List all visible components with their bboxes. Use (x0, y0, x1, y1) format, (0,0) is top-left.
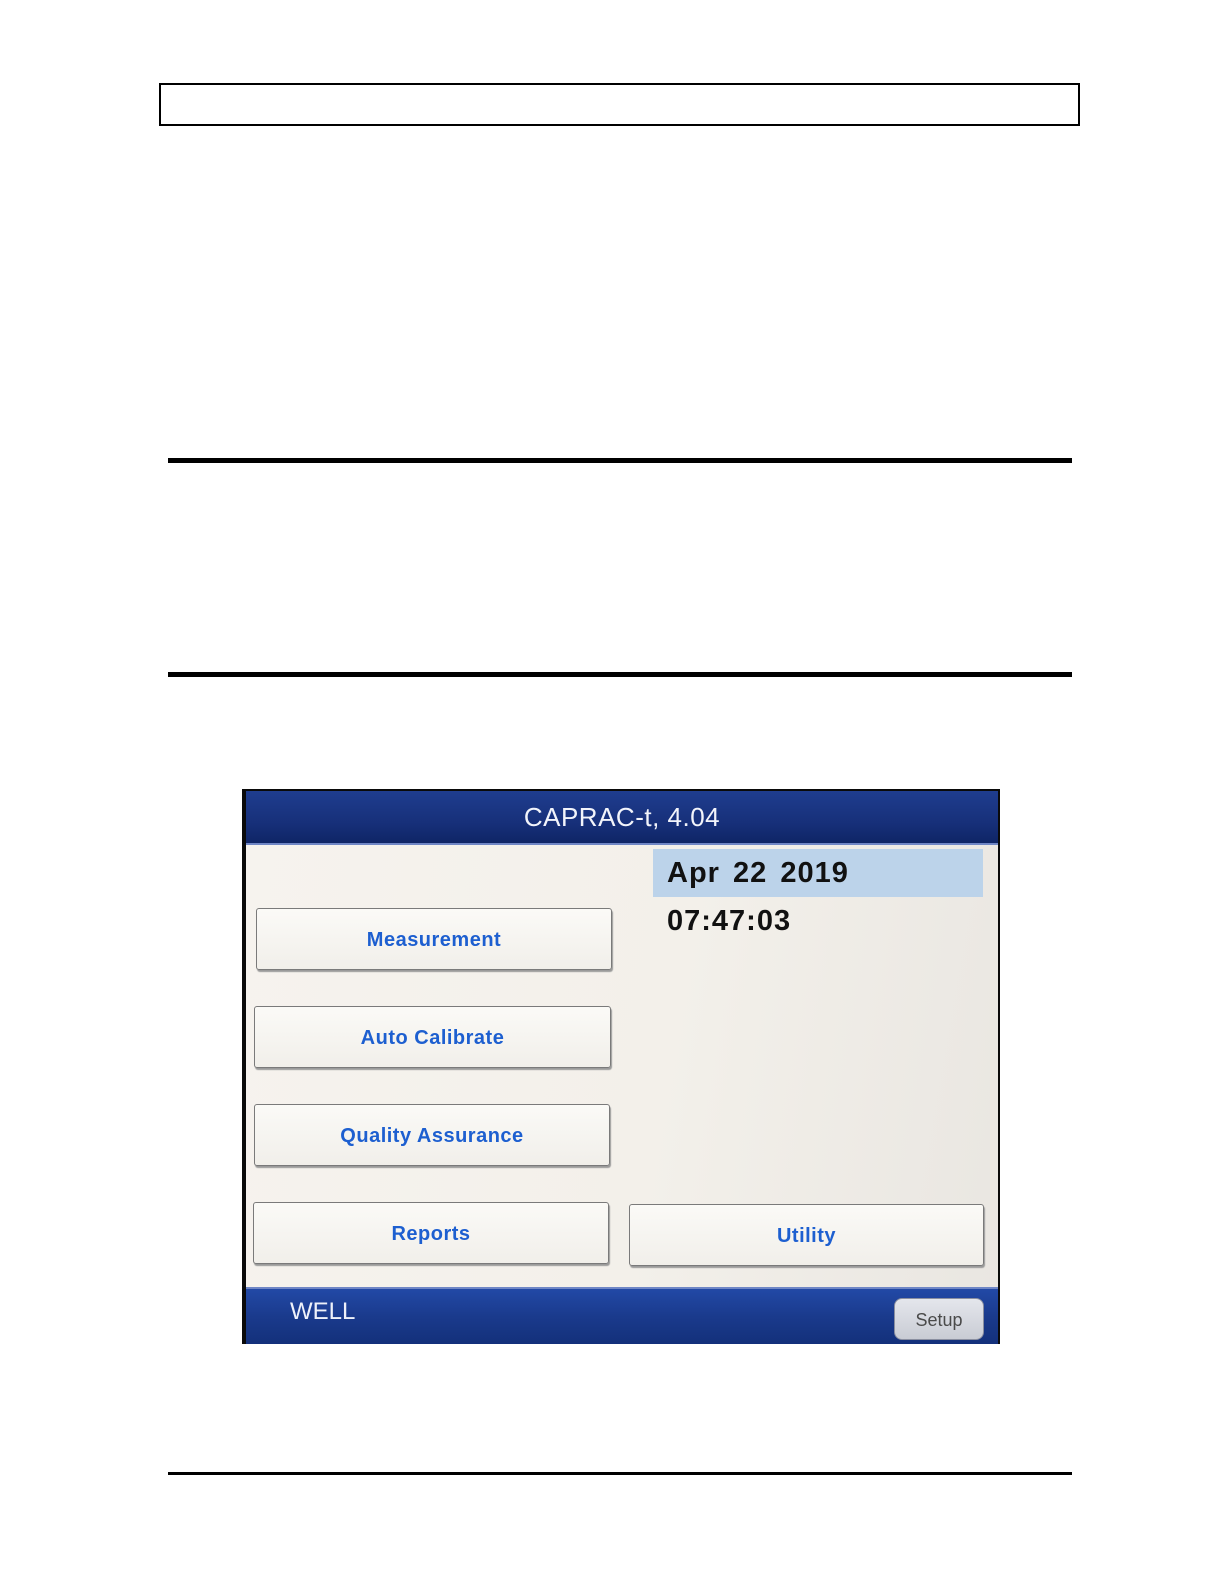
reports-button[interactable]: Reports (253, 1202, 609, 1264)
auto-calibrate-button[interactable]: Auto Calibrate (254, 1006, 611, 1068)
footer-rule (168, 1472, 1072, 1475)
title-bar: CAPRAC-t, 4.04 (246, 791, 998, 845)
status-bar: WELL Setup (246, 1287, 998, 1344)
setup-button[interactable]: Setup (894, 1298, 984, 1340)
screen-display: CAPRAC-t, 4.04 Apr 22 2019 07:47:03 Meas… (246, 791, 998, 1344)
mode-label: WELL (290, 1298, 356, 1325)
section-rule-top (168, 458, 1072, 463)
header-box (159, 83, 1080, 126)
device-screen-photo: CAPRAC-t, 4.04 Apr 22 2019 07:47:03 Meas… (242, 789, 1000, 1344)
section-rule-middle (168, 672, 1072, 677)
app-title: CAPRAC-t, 4.04 (523, 802, 721, 832)
measurement-button[interactable]: Measurement (256, 908, 612, 970)
datetime-display: Apr 22 2019 07:47:03 (653, 849, 983, 937)
utility-button[interactable]: Utility (629, 1204, 984, 1266)
quality-assurance-button[interactable]: Quality Assurance (254, 1104, 610, 1166)
